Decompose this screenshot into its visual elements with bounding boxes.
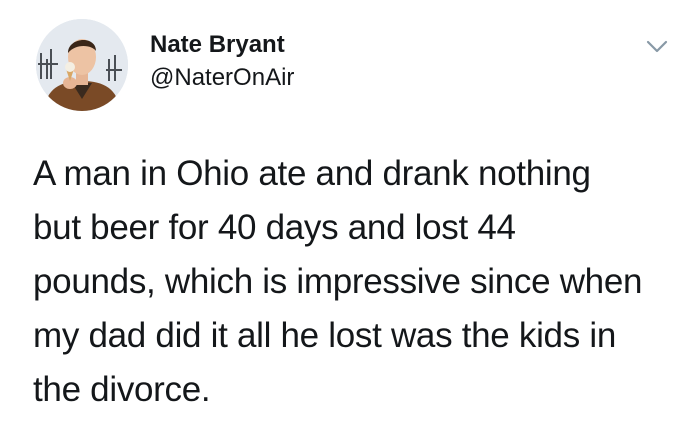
chevron-down-icon[interactable] xyxy=(644,36,670,58)
tweet-text: A man in Ohio ate and drank nothing but … xyxy=(33,147,683,417)
handle[interactable]: @NaterOnAir xyxy=(150,64,294,92)
avatar[interactable] xyxy=(36,19,128,111)
profile-photo xyxy=(36,19,128,111)
tweet-text-line: A man in Ohio ate and drank nothing xyxy=(33,154,591,193)
display-name[interactable]: Nate Bryant xyxy=(150,31,285,59)
tweet-text-line: the divorce. xyxy=(33,370,211,409)
tweet-card: Nate Bryant @NaterOnAir A man in Ohio at… xyxy=(0,0,700,437)
tweet-text-line: my dad did it all he lost was the kids i… xyxy=(33,316,616,355)
tweet-text-line: pounds, which is impressive since when xyxy=(33,262,643,301)
tweet-text-line: but beer for 40 days and lost 44 xyxy=(33,208,516,247)
